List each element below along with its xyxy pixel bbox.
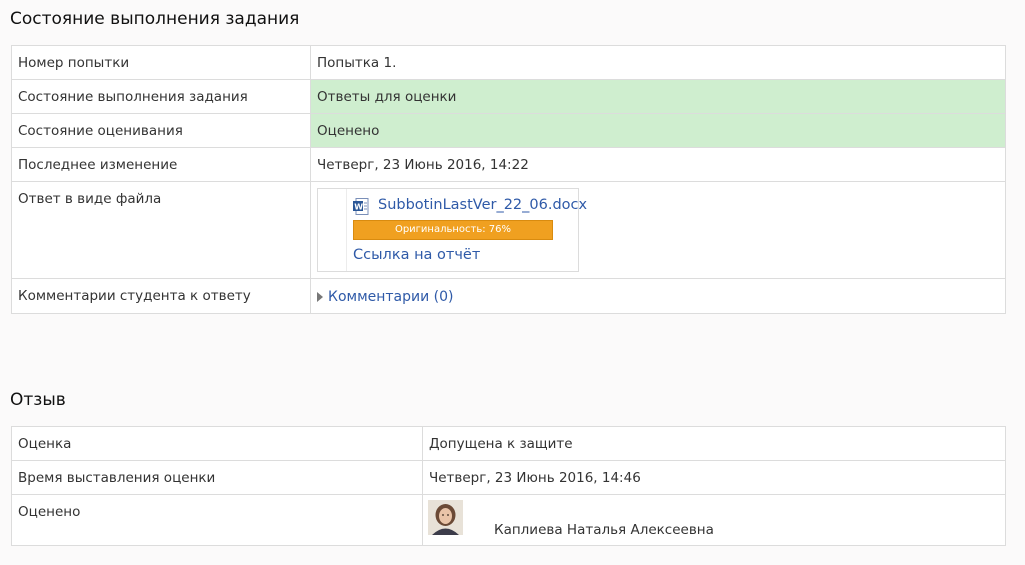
- submission-status-label: Состояние выполнения задания: [18, 89, 248, 105]
- originality-score-text: Оригинальность: 76%: [394, 224, 512, 235]
- svg-text:W: W: [354, 203, 363, 212]
- last-modified-value: Четверг, 23 Июнь 2016, 14:22: [317, 157, 529, 173]
- grader-avatar[interactable]: [428, 500, 463, 535]
- expand-triangle-icon[interactable]: [317, 292, 323, 302]
- file-submission-box: W SubbotinLastVer_22_06.docx Оригинально…: [317, 188, 587, 272]
- originality-score-bar[interactable]: Оригинальность: 76%: [353, 220, 553, 240]
- table-row: Время выставления оценки Четверг, 23 Июн…: [11, 460, 1006, 495]
- feedback-heading: Отзыв: [10, 390, 66, 410]
- table-row: Последнее изменение Четверг, 23 Июнь 201…: [11, 147, 1006, 182]
- word-document-icon: W: [353, 198, 369, 215]
- file-submission-label: Ответ в виде файла: [18, 191, 162, 207]
- table-row: Оценка Допущена к защите: [11, 426, 1006, 461]
- originality-report-link[interactable]: Ссылка на отчёт: [353, 247, 480, 263]
- student-comments-label: Комментарии студента к ответу: [18, 288, 251, 304]
- graded-by-label: Оценено: [18, 504, 81, 520]
- grading-status-value: Оценено: [317, 123, 380, 139]
- submission-status-heading: Состояние выполнения задания: [10, 9, 300, 29]
- table-row: Номер попытки Попытка 1.: [11, 45, 1006, 80]
- grade-label: Оценка: [18, 436, 72, 452]
- table-row: Ответ в виде файла W SubbotinLastVer_22_…: [11, 181, 1006, 279]
- table-row: Комментарии студента к ответу Комментари…: [11, 278, 1006, 314]
- submission-status-table: Номер попытки Попытка 1. Состояние выпол…: [11, 45, 1006, 314]
- person-photo-icon: [428, 500, 463, 535]
- submitted-file-link[interactable]: SubbotinLastVer_22_06.docx: [378, 197, 587, 213]
- grader-name[interactable]: Каплиева Наталья Алексеевна: [494, 522, 714, 538]
- grade-value: Допущена к защите: [429, 436, 573, 452]
- comments-toggle-link[interactable]: Комментарии (0): [328, 289, 454, 305]
- grading-status-label: Состояние оценивания: [18, 123, 183, 139]
- attempt-number-value: Попытка 1.: [317, 55, 397, 71]
- last-modified-label: Последнее изменение: [18, 157, 178, 173]
- submission-status-value: Ответы для оценки: [317, 89, 457, 105]
- table-row: Состояние оценивания Оценено: [11, 113, 1006, 148]
- table-row: Состояние выполнения задания Ответы для …: [11, 79, 1006, 114]
- attempt-number-label: Номер попытки: [18, 55, 130, 71]
- graded-time-label: Время выставления оценки: [18, 470, 216, 486]
- graded-time-value: Четверг, 23 Июнь 2016, 14:46: [429, 470, 641, 486]
- feedback-table: Оценка Допущена к защите Время выставлен…: [11, 426, 1006, 546]
- table-row: Оценено Каплиева Наталья Алексеевна: [11, 494, 1006, 546]
